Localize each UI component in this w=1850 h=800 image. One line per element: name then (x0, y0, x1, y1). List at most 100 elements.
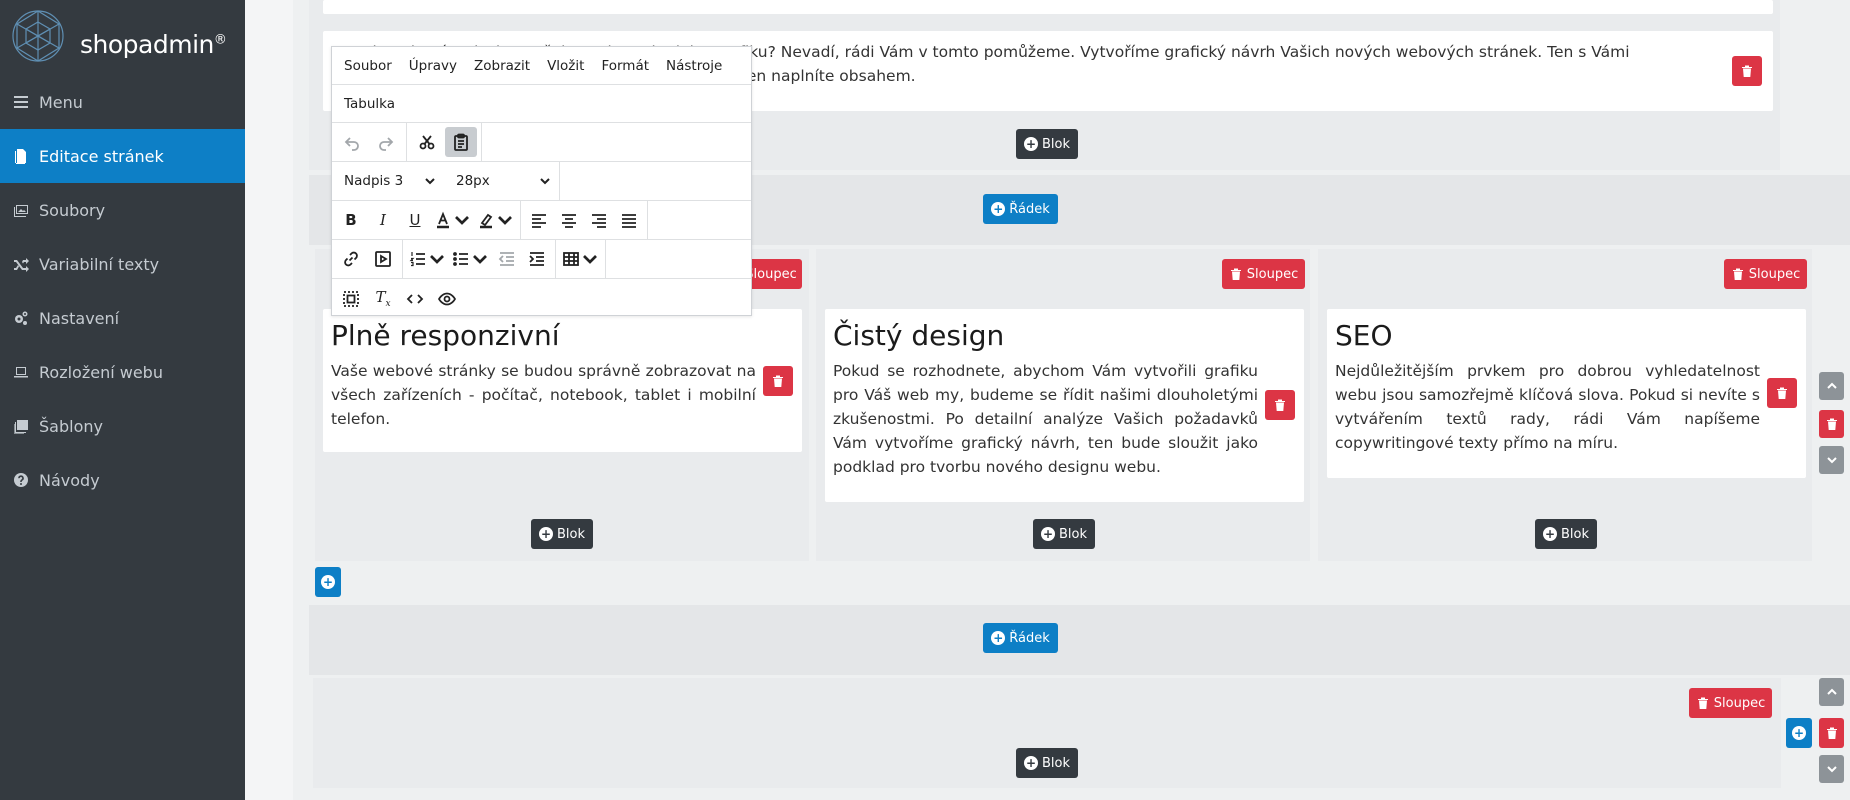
move-row-down-button[interactable] (1819, 755, 1844, 783)
chevron-up-icon (1826, 688, 1837, 695)
sidebar-item-nastaveni[interactable]: Nastavení (0, 291, 245, 345)
delete-block-button[interactable] (1767, 378, 1797, 408)
code-icon (406, 293, 424, 304)
toolbar-group (521, 201, 648, 239)
undo-icon (344, 137, 359, 151)
toolbar-group (407, 123, 482, 161)
delete-block-button[interactable] (1265, 390, 1295, 420)
question-icon (12, 471, 30, 489)
select-all-icon (343, 290, 359, 307)
menu-zobrazit[interactable]: Zobrazit (474, 58, 530, 74)
bars-icon (12, 93, 30, 111)
text-block-responzivni[interactable]: Plně responzivní Vaše webové stránky se … (323, 309, 802, 452)
italic-button[interactable]: I (368, 205, 398, 235)
undo-button[interactable] (336, 127, 368, 157)
indent-button[interactable] (523, 244, 551, 274)
menu-tabulka[interactable]: Tabulka (344, 96, 395, 112)
delete-row-button[interactable] (1819, 718, 1844, 748)
menu-vlozit[interactable]: Vložit (547, 58, 584, 74)
block-text: Nejdůležitějším prvkem pro dobrou vyhled… (1335, 362, 1760, 452)
file-icon (12, 147, 30, 165)
sidebar-item-rozlozeni-webu[interactable]: Rozložení webu (0, 345, 245, 399)
add-radek-button[interactable]: + Řádek (983, 623, 1058, 653)
editor-menubar-second: Tabulka (332, 85, 751, 123)
numbered-list-icon (409, 252, 425, 267)
delete-sloupec-button[interactable]: Sloupec (1222, 259, 1305, 289)
sidebar-item-editace-stranek[interactable]: Editace stránek (0, 129, 245, 183)
add-blok-button[interactable]: + Blok (1535, 519, 1597, 549)
insert-media-button[interactable] (368, 244, 398, 274)
insert-table-button[interactable] (560, 244, 601, 274)
sidebar-item-label: Soubory (39, 200, 106, 220)
trash-icon (1742, 65, 1752, 77)
plus-circle-icon: + (1024, 756, 1038, 770)
add-radek-button[interactable]: + Řádek (983, 194, 1058, 224)
text-block-cisty-design[interactable]: Čistý design Pokud se rozhodnete, abycho… (825, 309, 1304, 502)
sidebar-item-variabilni-texty[interactable]: Variabilní texty (0, 237, 245, 291)
delete-block-button[interactable] (1732, 56, 1762, 86)
menu-nastroje[interactable]: Nástroje (666, 58, 722, 74)
toolbar-row-history (332, 123, 751, 162)
delete-sloupec-button[interactable]: Sloupec (1689, 688, 1772, 718)
select-all-button[interactable] (336, 284, 366, 314)
outdent-button[interactable] (493, 244, 521, 274)
font-size-select[interactable]: 28px (444, 162, 560, 200)
plus-circle-icon: + (321, 575, 335, 589)
sidebar-item-menu[interactable]: Menu (0, 75, 245, 129)
preview-button[interactable] (432, 284, 462, 314)
redo-button[interactable] (370, 127, 402, 157)
block-heading: SEO (1335, 319, 1393, 352)
align-justify-button[interactable] (615, 205, 643, 235)
sidebar-item-soubory[interactable]: Soubory (0, 183, 245, 237)
delete-block-button[interactable] (763, 366, 793, 396)
templates-icon (12, 417, 30, 435)
menu-soubor[interactable]: Soubor (344, 58, 392, 74)
chevron-down-icon (473, 255, 487, 264)
clear-formatting-button[interactable]: Tx (368, 284, 398, 314)
underline-button[interactable]: U (400, 205, 430, 235)
move-row-down-button[interactable] (1819, 446, 1844, 474)
bold-button[interactable]: B (336, 205, 366, 235)
source-code-button[interactable] (400, 284, 430, 314)
trash-icon (1826, 418, 1837, 430)
globe-logo-icon (12, 10, 64, 62)
highlighter-icon (480, 213, 493, 229)
add-column-button[interactable]: + (315, 567, 341, 597)
add-blok-button[interactable]: + Blok (1016, 748, 1078, 778)
move-row-up-button[interactable] (1819, 372, 1844, 400)
media-icon (375, 251, 391, 267)
sidebar-item-sablony[interactable]: Šablony (0, 399, 245, 453)
logo[interactable]: shopadmin® (10, 8, 240, 64)
align-left-button[interactable] (525, 205, 553, 235)
sidebar-item-label: Šablony (39, 416, 103, 436)
delete-sloupec-button[interactable]: Sloupec (1724, 259, 1807, 289)
add-blok-button[interactable]: + Blok (1033, 519, 1095, 549)
indent-icon (529, 252, 544, 266)
paste-button[interactable] (445, 127, 477, 157)
text-color-button[interactable] (432, 205, 473, 235)
move-row-up-button[interactable] (1819, 678, 1844, 706)
align-center-button[interactable] (555, 205, 583, 235)
block-heading: Čistý design (833, 319, 1005, 352)
numbered-list-button[interactable] (407, 244, 448, 274)
align-right-button[interactable] (585, 205, 613, 235)
text-block-seo[interactable]: SEO Nejdůležitějším prvkem pro dobrou vy… (1327, 309, 1806, 478)
add-column-button[interactable]: + (1786, 718, 1812, 748)
cut-button[interactable] (411, 127, 443, 157)
block-format-select[interactable]: Nadpis 3 (332, 162, 444, 200)
logo-text: shopadmin® (80, 30, 227, 59)
highlight-color-button[interactable] (475, 205, 516, 235)
plus-circle-icon: + (991, 631, 1006, 645)
menu-upravy[interactable]: Úpravy (409, 58, 457, 74)
add-blok-button[interactable]: + Blok (531, 519, 593, 549)
underline-icon: U (409, 211, 421, 229)
delete-row-button[interactable] (1819, 410, 1844, 438)
sidebar-item-navody[interactable]: Návody (0, 453, 245, 507)
insert-link-button[interactable] (336, 244, 366, 274)
menu-format[interactable]: Formát (601, 58, 649, 74)
cogs-icon (12, 309, 30, 327)
add-blok-button[interactable]: + Blok (1016, 129, 1078, 159)
bold-icon: B (345, 211, 357, 229)
italic-icon: I (380, 211, 386, 229)
bullet-list-button[interactable] (450, 244, 491, 274)
